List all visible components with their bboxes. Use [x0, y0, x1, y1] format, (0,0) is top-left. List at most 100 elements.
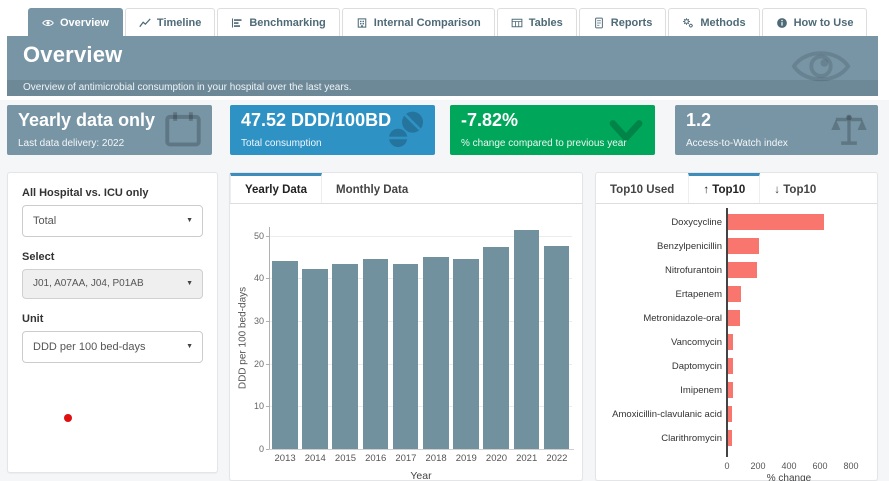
dropdown-0[interactable]: Total▼: [22, 205, 203, 237]
kpi-value: 1.2: [686, 110, 711, 131]
plot-area: 0102030405020132014201520162017201820192…: [270, 227, 572, 449]
dropdown-value: DDD per 100 bed-days: [33, 341, 146, 353]
y-axis-tick: 20: [254, 359, 264, 369]
category-label: Imipenem: [596, 385, 722, 396]
bar-doxycycline: [728, 214, 824, 230]
page-header: Overview Overview of antimicrobial consu…: [7, 36, 878, 96]
consumption-chart-panel: Yearly Data Monthly Data 0102030405020132…: [229, 172, 583, 481]
tab--top10[interactable]: ↑ Top10: [688, 173, 760, 203]
bar-benzylpenicillin: [728, 238, 759, 254]
page-subtitle-bar: Overview of antimicrobial consumption in…: [7, 80, 878, 96]
tab--top10[interactable]: ↓ Top10: [760, 173, 830, 203]
kpi-value: -7.82%: [461, 110, 518, 131]
category-label: Vancomycin: [596, 337, 722, 348]
bar-2015: [332, 264, 358, 449]
x-axis-tick: 400: [774, 461, 804, 471]
gears-icon: [682, 17, 694, 29]
tab-label: Timeline: [157, 17, 201, 29]
chevron-down-icon: ▼: [186, 270, 193, 298]
tab-how-to-use[interactable]: How to Use: [762, 8, 868, 37]
scales-icon: [828, 109, 870, 151]
x-axis-tick: 2021: [512, 453, 542, 464]
category-label: Daptomycin: [596, 361, 722, 372]
y-axis-tick: 50: [254, 231, 264, 241]
kpi-caption: % change compared to previous year: [461, 138, 627, 149]
calendar-icon: [162, 109, 204, 151]
x-axis-tick: 2017: [391, 453, 421, 464]
category-label: Benzylpenicillin: [596, 241, 722, 252]
y-axis-tick: 10: [254, 401, 264, 411]
y-axis-tick: 0: [259, 444, 264, 454]
amc-dashboard: Overview Timeline Benchmarking Internal Com…: [0, 0, 889, 481]
x-axis-tick: 2016: [361, 453, 391, 464]
x-axis-tick: 2014: [300, 453, 330, 464]
info-icon: [776, 17, 788, 29]
kpi-row: Yearly data only Last data delivery: 2022…: [7, 105, 878, 155]
tab-label: How to Use: [794, 17, 854, 29]
top10-panel: Top10 Used ↑ Top10↓ Top10 Doxycycline Benz…: [595, 172, 878, 481]
tab-label: Yearly Data: [245, 184, 307, 196]
kpi-card-2: -7.82% % change compared to previous year: [450, 105, 655, 155]
timeline-icon: [139, 17, 151, 29]
bar-metronidazole-oral: [728, 310, 740, 326]
bar-amoxicillin-clavulanic-acid: [728, 406, 732, 422]
category-label: Ertapenem: [596, 289, 722, 300]
red-dot-marker: [64, 414, 72, 422]
bar-2016: [363, 259, 389, 449]
y-axis-title: DDD per 100 bed-days: [238, 278, 249, 398]
tab-internal-comparison[interactable]: Internal Comparison: [342, 8, 495, 37]
eye-icon: [42, 17, 54, 29]
tab-reports[interactable]: Reports: [579, 8, 667, 37]
bar-2019: [453, 259, 479, 449]
tab-overview[interactable]: Overview: [28, 8, 123, 37]
tab-label: Internal Comparison: [374, 17, 481, 29]
bar-2020: [483, 247, 509, 449]
category-label: Amoxicillin-clavulanic acid: [596, 409, 722, 420]
chevron-down-icon: ▼: [186, 206, 193, 236]
x-axis-tick: 800: [836, 461, 866, 471]
kpi-card-0: Yearly data only Last data delivery: 2022: [7, 105, 212, 155]
bar-daptomycin: [728, 358, 733, 374]
category-label: Doxycycline: [596, 217, 722, 228]
filter-label: Unit: [22, 313, 203, 325]
dropdown-1[interactable]: J01, A07AA, J04, P01AB ▼: [22, 269, 203, 299]
bar-2021: [514, 230, 540, 449]
x-axis-tick: 0: [712, 461, 742, 471]
kpi-value: 47.52 DDD/100BD: [241, 110, 391, 131]
category-label: Clarithromycin: [596, 433, 722, 444]
filter-group: SelectJ01, A07AA, J04, P01AB▼: [22, 251, 203, 299]
bar-imipenem: [728, 382, 733, 398]
dropdown-value: J01, A07AA, J04, P01AB: [33, 278, 144, 289]
chevron-down-icon: ▼: [186, 332, 193, 362]
tab-monthly-data[interactable]: Monthly Data: [322, 173, 422, 203]
x-axis-tick: 2015: [330, 453, 360, 464]
dropdown-2[interactable]: DDD per 100 bed-days ▼: [22, 331, 203, 363]
bar-2014: [302, 269, 328, 449]
tab-label: Top10 Used: [610, 184, 674, 196]
tab-methods[interactable]: Methods: [668, 8, 759, 37]
pills-icon: [385, 109, 427, 151]
filter-sidebar: All Hospital vs. ICU onlyTotal▼SelectJ01…: [7, 172, 218, 473]
tab-label: Overview: [60, 17, 109, 29]
page-title: Overview: [23, 42, 122, 68]
plot-area: DoxycyclineBenzylpenicillinNitrofurantoi…: [596, 211, 877, 457]
tab-top10-used[interactable]: Top10 Used: [596, 173, 688, 203]
x-axis-tick: 200: [743, 461, 773, 471]
tab-yearly-data[interactable]: Yearly Data: [230, 173, 322, 203]
bar-2018: [423, 257, 449, 449]
tab-label: Tables: [529, 17, 563, 29]
kpi-value: Yearly data only: [18, 110, 155, 131]
tab-benchmarking[interactable]: Benchmarking: [217, 8, 339, 37]
tab-tables[interactable]: Tables: [497, 8, 577, 37]
x-axis-tick: 2019: [451, 453, 481, 464]
tab-timeline[interactable]: Timeline: [125, 8, 215, 37]
filter-label: All Hospital vs. ICU only: [22, 187, 203, 199]
filter-group: All Hospital vs. ICU only Total▼: [22, 187, 203, 237]
kpi-caption: Access-to-Watch index: [686, 138, 788, 149]
bar-2017: [393, 264, 419, 449]
kpi-caption: Total consumption: [241, 138, 322, 149]
y-axis-tick: 30: [254, 316, 264, 326]
category-label: Metronidazole-oral: [596, 313, 722, 324]
kpi-caption: Last data delivery: 2022: [18, 138, 124, 149]
x-axis-tick: 2018: [421, 453, 451, 464]
